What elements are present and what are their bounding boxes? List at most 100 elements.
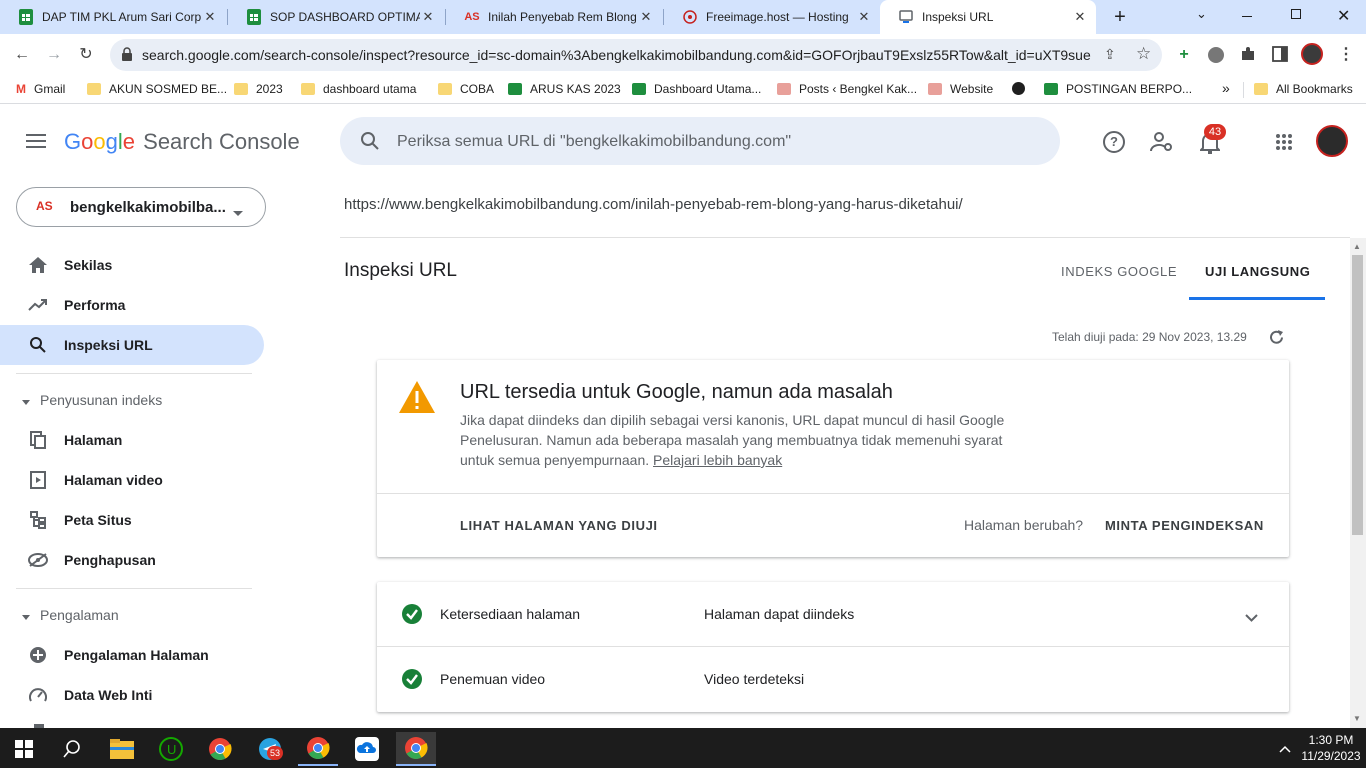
bookmark-item[interactable]: AKUN SOSMED BE... <box>87 82 227 96</box>
retest-refresh-icon[interactable] <box>1268 329 1285 351</box>
google-wordmark-letter: o <box>81 129 94 154</box>
expand-chevron-icon[interactable] <box>1245 609 1258 627</box>
sidebar-item-video-pages[interactable]: Halaman video <box>0 460 264 500</box>
extensions-puzzle-icon[interactable] <box>1239 46 1257 64</box>
google-wordmark-letter: G <box>64 129 82 154</box>
tab-live-test[interactable]: UJI LANGSUNG <box>1205 264 1310 279</box>
address-bar[interactable]: search.google.com/search-console/inspect… <box>110 39 1162 71</box>
cloud-upload-icon[interactable] <box>347 732 387 766</box>
browser-tab[interactable]: AS Inilah Penyebab Rem Blong ✕ <box>446 0 662 34</box>
property-selector[interactable]: AS bengkelkakimobilba... <box>16 187 266 227</box>
result-row-page-availability[interactable]: Ketersediaan halaman Halaman dapat diind… <box>377 582 1289 646</box>
side-panel-icon[interactable] <box>1271 46 1289 64</box>
learn-more-link[interactable]: Pelajari lebih banyak <box>653 452 782 468</box>
sidebar-item-label: Penghapusan <box>64 552 156 568</box>
sidebar-divider <box>16 373 252 374</box>
reload-icon[interactable]: ↻ <box>77 46 95 64</box>
close-icon[interactable]: ✕ <box>638 9 654 25</box>
sidebar-item-url-inspection[interactable]: Inspeksi URL <box>0 325 264 365</box>
extension-plus-icon[interactable]: + <box>1175 46 1193 64</box>
bookmark-item[interactable]: ARUS KAS 2023 <box>508 82 621 96</box>
result-row-video-discovery[interactable]: Penemuan video Video terdeteksi <box>377 647 1289 711</box>
sidebar-item-pages[interactable]: Halaman <box>0 420 264 460</box>
bookmark-item[interactable]: dashboard utama <box>301 82 416 96</box>
bookmark-item[interactable]: Posts ‹ Bengkel Kak... <box>777 82 917 96</box>
tab-google-index[interactable]: INDEKS GOOGLE <box>1061 264 1177 279</box>
clock-time: 1:30 PM <box>1308 733 1354 747</box>
bookmark-star-icon[interactable]: ☆ <box>1136 44 1151 64</box>
sidebar-section-experience[interactable]: Pengalaman <box>22 607 119 623</box>
search-console-icon <box>898 9 914 25</box>
sidebar-item-core-web-vitals[interactable]: Data Web Inti <box>0 675 264 715</box>
chrome-icon[interactable] <box>200 732 240 766</box>
scrollbar-thumb[interactable] <box>1352 255 1363 535</box>
tab-search-chevron-icon[interactable]: ⌄ <box>1196 6 1207 22</box>
sidebar-item-overview[interactable]: Sekilas <box>0 245 264 285</box>
share-icon[interactable]: ⇪ <box>1104 46 1116 63</box>
google-wordmark-letter: e <box>122 129 136 154</box>
scroll-down-arrow-icon[interactable]: ▼ <box>1353 714 1361 723</box>
sidebar-item-removals[interactable]: Penghapusan <box>0 540 264 580</box>
window-close-button[interactable]: ✕ <box>1337 6 1350 26</box>
folder-icon <box>234 83 248 95</box>
bookmark-label: ARUS KAS 2023 <box>530 82 621 96</box>
sidebar-item-performance[interactable]: Performa <box>0 285 264 325</box>
view-tested-page-button[interactable]: LIHAT HALAMAN YANG DIUJI <box>460 518 658 533</box>
sidebar-section-indexing[interactable]: Penyusunan indeks <box>22 392 162 408</box>
tab-title: Inilah Penyebab Rem Blong <box>488 10 637 24</box>
browser-tab[interactable]: Freeimage.host — Hosting ✕ <box>664 0 880 34</box>
forward-arrow-icon[interactable]: → <box>45 46 63 64</box>
hamburger-menu-icon[interactable] <box>26 133 46 154</box>
bookmark-item[interactable]: 2023 <box>234 82 283 96</box>
bookmark-item[interactable]: COBA <box>438 82 494 96</box>
profile-avatar[interactable] <box>1301 43 1323 65</box>
more-vert-icon[interactable]: ⋮ <box>1337 46 1355 64</box>
manage-users-icon[interactable] <box>1149 131 1174 158</box>
bookmark-item[interactable]: Dashboard Utama... <box>632 82 761 96</box>
all-bookmarks-button[interactable]: All Bookmarks <box>1254 82 1353 96</box>
chevron-double-right-icon: » <box>1222 80 1230 96</box>
close-icon[interactable]: ✕ <box>856 9 872 25</box>
bookmark-item[interactable]: Website <box>928 82 993 96</box>
url-inspect-search-input[interactable]: Periksa semua URL di "bengkelkakimobilba… <box>340 117 1060 165</box>
minimize-button[interactable] <box>1242 16 1252 17</box>
bookmarks-overflow-button[interactable]: » <box>1222 80 1230 96</box>
windows-start-icon[interactable] <box>4 732 44 766</box>
new-tab-button[interactable]: + <box>1110 7 1130 27</box>
bookmark-item[interactable] <box>1012 82 1033 95</box>
sidebar-item-page-experience[interactable]: Pengalaman Halaman <box>0 635 264 675</box>
close-icon[interactable]: ✕ <box>1072 9 1088 25</box>
taskbar-search-icon[interactable] <box>52 732 92 766</box>
show-hidden-icons-chevron-icon[interactable] <box>1279 740 1291 758</box>
page-scrollbar[interactable]: ▲ ▼ <box>1350 238 1366 728</box>
maximize-button[interactable] <box>1291 9 1301 19</box>
bookmark-item[interactable]: POSTINGAN BERPO... <box>1044 82 1192 96</box>
chrome-active-window-icon[interactable] <box>396 732 436 766</box>
chrome-profile-icon[interactable] <box>298 732 338 766</box>
file-explorer-icon[interactable] <box>102 732 142 766</box>
scroll-up-arrow-icon[interactable]: ▲ <box>1353 242 1361 251</box>
request-indexing-button[interactable]: MINTA PENGINDEKSAN <box>1105 518 1264 533</box>
check-circle-icon <box>401 668 423 695</box>
page-changed-label: Halaman berubah? <box>964 517 1084 533</box>
content-divider <box>340 237 1350 238</box>
sidebar-item-sitemaps[interactable]: Peta Situs <box>0 500 264 540</box>
apps-grid-icon[interactable] <box>1275 133 1293 156</box>
browser-tab-active[interactable]: Inspeksi URL ✕ <box>880 0 1096 34</box>
bookmark-item[interactable]: M Gmail <box>16 82 65 96</box>
upwork-icon[interactable]: U <box>151 732 191 766</box>
system-clock[interactable]: 1:30 PM 11/29/2023 <box>1300 732 1362 764</box>
extension-gear-icon[interactable] <box>1208 47 1224 63</box>
sidebar-item-label: Halaman video <box>64 472 163 488</box>
back-arrow-icon[interactable]: ← <box>13 46 31 64</box>
folder-icon <box>87 83 101 95</box>
folder-icon <box>438 83 452 95</box>
browser-tab[interactable]: SOP DASHBOARD OPTIMASI ✕ <box>228 0 444 34</box>
browser-tab[interactable]: DAP TIM PKL Arum Sari Corp ✕ <box>0 0 226 34</box>
close-icon[interactable]: ✕ <box>420 9 436 25</box>
help-icon[interactable]: ? <box>1103 131 1125 153</box>
account-avatar[interactable] <box>1316 125 1348 157</box>
property-logo: AS <box>36 199 53 213</box>
close-icon[interactable]: ✕ <box>202 9 218 25</box>
search-console-logo[interactable]: Google Search Console <box>64 129 300 155</box>
